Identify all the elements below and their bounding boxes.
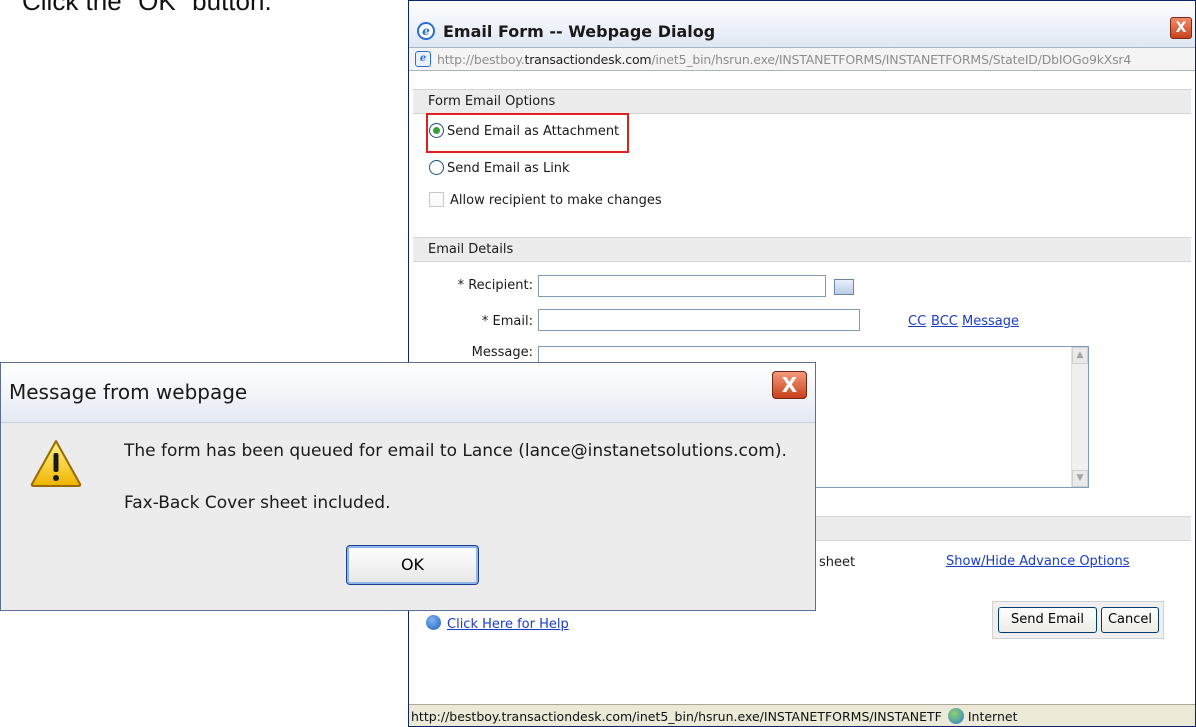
email-details-header: Email Details bbox=[413, 237, 1191, 262]
ok-button[interactable]: OK bbox=[346, 545, 479, 585]
attachment-radio[interactable] bbox=[429, 123, 444, 138]
recipient-label: * Recipient: bbox=[457, 278, 533, 293]
email-dialog-title: Email Form -- Webpage Dialog bbox=[443, 22, 716, 41]
form-email-options-header: Form Email Options bbox=[413, 89, 1191, 114]
message-scrollbar[interactable]: ▲ ▼ bbox=[1071, 347, 1088, 487]
email-dialog-titlebar: e Email Form -- Webpage Dialog X bbox=[409, 1, 1195, 47]
status-url: http://bestboy.transactiondesk.com/inet5… bbox=[411, 709, 942, 724]
scroll-up-arrow-icon[interactable]: ▲ bbox=[1072, 347, 1088, 364]
address-url: http://bestboy.transactiondesk.com/inet5… bbox=[437, 52, 1132, 67]
email-label: * Email: bbox=[481, 314, 533, 329]
link-label: Send Email as Link bbox=[447, 161, 570, 176]
show-hide-advanced-link[interactable]: Show/Hide Advance Options bbox=[946, 554, 1129, 569]
address-bar: e http://bestboy.transactiondesk.com/ine… bbox=[409, 47, 1195, 71]
send-as-link-option[interactable]: Send Email as Link bbox=[429, 160, 570, 176]
bcc-link[interactable]: BCC bbox=[931, 314, 958, 329]
allow-changes-option[interactable]: Allow recipient to make changes bbox=[429, 192, 662, 208]
allow-changes-checkbox[interactable] bbox=[429, 192, 444, 207]
message-label: Message: bbox=[471, 345, 533, 360]
recipient-input[interactable] bbox=[538, 275, 826, 297]
alert-close-button[interactable]: X bbox=[772, 371, 807, 399]
ie-logo-icon: e bbox=[417, 22, 435, 40]
message-link[interactable]: Message bbox=[962, 314, 1019, 329]
alert-message-line-2: Fax-Back Cover sheet included. bbox=[124, 493, 391, 513]
message-alert-dialog: Message from webpage X The form has been… bbox=[0, 362, 816, 611]
alert-message-line-1: The form has been queued for email to La… bbox=[124, 441, 787, 461]
warning-icon bbox=[30, 440, 82, 487]
link-radio[interactable] bbox=[429, 160, 444, 175]
allow-changes-label: Allow recipient to make changes bbox=[450, 193, 662, 208]
send-as-attachment-option[interactable]: Send Email as Attachment bbox=[429, 123, 619, 139]
alert-titlebar: Message from webpage X bbox=[1, 363, 815, 423]
instruction-text: Click the "OK" button. bbox=[22, 0, 272, 16]
cancel-button[interactable]: Cancel bbox=[1101, 607, 1159, 633]
email-input[interactable] bbox=[538, 309, 860, 331]
email-dialog-close-button[interactable]: X bbox=[1170, 17, 1192, 39]
page-icon: e bbox=[415, 51, 431, 67]
help-icon bbox=[426, 615, 441, 630]
status-bar: http://bestboy.transactiondesk.com/inet5… bbox=[409, 704, 1195, 726]
send-email-button[interactable]: Send Email bbox=[998, 607, 1097, 633]
internet-zone-icon bbox=[947, 708, 964, 724]
status-zone: Internet bbox=[967, 709, 1018, 724]
cover-sheet-label: sheet bbox=[819, 555, 856, 570]
attachment-label: Send Email as Attachment bbox=[447, 124, 620, 139]
alert-title: Message from webpage bbox=[9, 380, 248, 404]
address-book-icon[interactable] bbox=[834, 279, 854, 295]
scroll-down-arrow-icon[interactable]: ▼ bbox=[1072, 470, 1088, 487]
cc-link[interactable]: CC bbox=[908, 314, 926, 329]
help-link[interactable]: Click Here for Help bbox=[447, 617, 569, 632]
